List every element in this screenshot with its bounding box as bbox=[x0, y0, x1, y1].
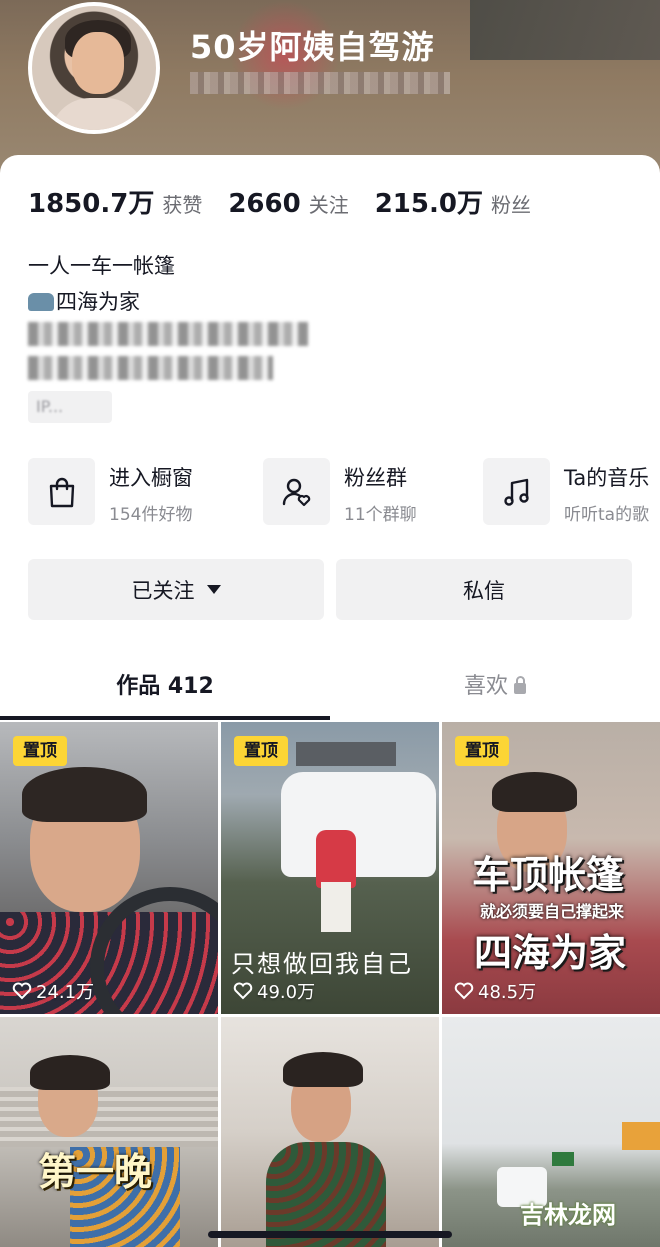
video-caption-big-2: 四海为家 bbox=[474, 931, 627, 975]
message-label: 私信 bbox=[463, 578, 505, 603]
video-thumb-1[interactable]: 置顶 24.1万 bbox=[0, 722, 218, 1014]
caret-down-icon bbox=[206, 585, 221, 594]
car-icon bbox=[28, 293, 54, 311]
entry-fan-group[interactable]: 粉丝群 11个群聊 bbox=[263, 458, 417, 526]
stat-likes[interactable]: 1850.7万 获赞 bbox=[28, 183, 202, 220]
stat-following[interactable]: 2660 关注 bbox=[228, 189, 348, 219]
blurred-bio-line[interactable] bbox=[28, 356, 273, 380]
entry-fan-title: 粉丝群 bbox=[344, 466, 407, 490]
heart-icon bbox=[454, 982, 474, 1000]
message-button[interactable]: 私信 bbox=[336, 559, 632, 620]
video-thumb-4[interactable]: 第一晚 bbox=[0, 1017, 218, 1247]
pinned-badge: 置顶 bbox=[13, 736, 67, 766]
bio-line-1: 一人一车一帐篷 bbox=[28, 254, 175, 278]
entry-shop-title: 进入橱窗 bbox=[109, 466, 193, 490]
tab-works[interactable]: 作品 412 bbox=[0, 668, 330, 700]
tab-indicator bbox=[0, 716, 330, 720]
video-caption: 只想做回我自己 bbox=[231, 950, 413, 978]
home-indicator[interactable] bbox=[208, 1231, 452, 1238]
stat-followers-count: 215.0万 bbox=[374, 189, 483, 219]
followed-button[interactable]: 已关注 bbox=[28, 559, 324, 620]
stat-followers[interactable]: 215.0万 粉丝 bbox=[375, 183, 531, 220]
like-count: 48.5万 bbox=[454, 978, 536, 1004]
tab-likes[interactable]: 喜欢 bbox=[330, 668, 660, 700]
entry-row: 进入橱窗 154件好物 粉丝群 11个群聊 Ta的音乐 听听ta的歌 bbox=[28, 458, 660, 528]
followed-label: 已关注 bbox=[131, 578, 195, 603]
video-caption-big: 车顶帐篷 bbox=[472, 853, 625, 897]
bio-line-2: 四海为家 bbox=[28, 284, 175, 320]
video-caption: 第一晚 bbox=[38, 1150, 153, 1194]
entry-fan-sub: 11个群聊 bbox=[344, 505, 417, 525]
entry-music[interactable]: Ta的音乐 听听ta的歌 bbox=[483, 458, 649, 526]
nickname: 50岁阿姨自驾游 bbox=[190, 28, 435, 66]
avatar[interactable] bbox=[28, 2, 160, 134]
entry-music-sub: 听听ta的歌 bbox=[564, 505, 650, 525]
heart-icon bbox=[12, 982, 32, 1000]
music-note-icon bbox=[483, 458, 550, 525]
like-count: 49.0万 bbox=[233, 978, 315, 1004]
bio: 一人一车一帐篷 四海为家 bbox=[28, 248, 175, 320]
pinned-badge: 置顶 bbox=[234, 736, 288, 766]
video-thumb-5[interactable] bbox=[221, 1017, 439, 1247]
pinned-badge: 置顶 bbox=[455, 736, 509, 766]
watermark: 吉林龙网 bbox=[520, 1201, 616, 1229]
stat-likes-label: 获赞 bbox=[162, 193, 203, 217]
entry-shop-window[interactable]: 进入橱窗 154件好物 bbox=[28, 458, 193, 526]
fan-group-icon bbox=[263, 458, 330, 525]
video-thumb-3[interactable]: 车顶帐篷 就必须要自己撑起来 四海为家 置顶 48.5万 bbox=[442, 722, 660, 1014]
entry-shop-sub: 154件好物 bbox=[109, 505, 193, 525]
entry-music-title: Ta的音乐 bbox=[564, 466, 650, 490]
stat-following-label: 关注 bbox=[308, 193, 349, 217]
lock-icon bbox=[514, 676, 526, 694]
video-thumb-2[interactable]: 只想做回我自己 置顶 49.0万 bbox=[221, 722, 439, 1014]
ip-location-pill: IP... bbox=[28, 391, 112, 423]
stat-likes-count: 1850.7万 bbox=[28, 189, 155, 219]
blurred-text bbox=[190, 72, 450, 94]
heart-icon bbox=[233, 982, 253, 1000]
stat-following-count: 2660 bbox=[228, 189, 301, 219]
stats-row: 1850.7万 获赞 2660 关注 215.0万 粉丝 bbox=[28, 183, 557, 220]
blurred-bio-line bbox=[28, 322, 308, 346]
like-count: 24.1万 bbox=[12, 978, 94, 1004]
shopping-bag-icon bbox=[28, 458, 95, 525]
video-caption-small: 就必须要自己撑起来 bbox=[480, 902, 625, 921]
stat-followers-label: 粉丝 bbox=[490, 193, 531, 217]
